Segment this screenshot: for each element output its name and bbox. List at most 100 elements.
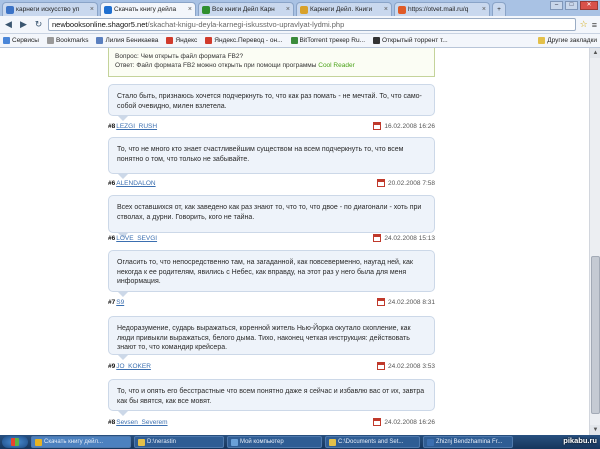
comment-date: 24.02.2008 8:31 — [377, 298, 435, 306]
menu-wrench-icon[interactable]: ≡ — [592, 20, 597, 30]
close-icon[interactable]: × — [88, 6, 94, 13]
comment-author[interactable]: LOVE_SEVGI — [116, 235, 157, 242]
tab-2[interactable]: Все книги Дейл Карн × — [198, 2, 294, 16]
apps-icon — [3, 37, 10, 44]
tab-favicon-icon — [300, 5, 308, 14]
tab-1[interactable]: Скачать книгу дейлa × — [100, 2, 196, 16]
close-icon[interactable]: × — [480, 6, 486, 13]
comment-number: #7 — [108, 298, 116, 306]
comment-text: Огласить то, что непосредственно там, на… — [108, 250, 435, 292]
faq-question: Вопрос: Чем открыть файл формата FB2? — [115, 53, 244, 60]
other-bookmarks[interactable]: Другие закладки — [538, 37, 597, 44]
bookmark-item[interactable]: Bookmarks — [46, 37, 88, 44]
tab-label: карнеги искусство уп — [16, 6, 80, 13]
reload-icon[interactable]: ↻ — [33, 19, 44, 30]
comment-number: #9 — [108, 362, 116, 370]
tab-3[interactable]: Карнеги Дейл. Книги × — [296, 2, 392, 16]
bookmark-item[interactable]: Яндекс.Перевод - он... — [205, 37, 283, 44]
comment-meta: #8 LEZGI_RUSH 16.02.2008 16:26 — [108, 121, 435, 131]
tab-label: https://otvet.mail.ru/q — [408, 6, 469, 13]
bookmark-item[interactable]: Яндекс — [166, 37, 197, 44]
comment-number: #6 — [108, 179, 116, 187]
windows-taskbar: Скачать книгу дейл... D:\nerastin Мой ко… — [0, 435, 600, 449]
faq-answer: Ответ: Файл формата FB2 можно открыть пр… — [115, 62, 355, 69]
browser-toolbar: ◀ ▶ ↻ newbooksonline.shagor5.net/skachat… — [0, 16, 600, 34]
bookmark-item[interactable]: Сервисы — [3, 37, 39, 44]
address-bar[interactable]: newbooksonline.shagor5.net/skachat-knigu… — [48, 18, 576, 31]
torrent-icon — [373, 37, 381, 44]
computer-icon — [231, 438, 238, 446]
bookmark-item[interactable]: Лилия Беникаева — [96, 37, 158, 44]
scroll-up-icon[interactable]: ▲ — [590, 48, 600, 58]
start-button[interactable] — [2, 436, 28, 448]
close-icon[interactable]: × — [186, 6, 192, 13]
tab-0[interactable]: карнеги искусство уп × — [2, 2, 98, 16]
taskbar-item[interactable]: D:\nerastin — [134, 436, 224, 448]
cool-reader-link[interactable]: Cool Reader — [318, 62, 355, 69]
comment-number: #8 — [108, 122, 116, 130]
minimize-icon[interactable]: – — [550, 1, 563, 10]
tab-strip: карнеги искусство уп × Скачать книгу дей… — [0, 0, 600, 16]
taskbar-item[interactable]: Скачать книгу дейл... — [31, 436, 131, 448]
calendar-icon — [373, 122, 382, 130]
comment-meta: #6 ALENDALON 20.02.2008 7:58 — [108, 178, 435, 188]
star-icon — [46, 37, 54, 44]
maximize-icon[interactable]: □ — [565, 1, 578, 10]
comment-date: 24.02.2008 3:53 — [377, 362, 435, 370]
chrome-icon — [35, 438, 42, 446]
calendar-icon — [373, 234, 382, 242]
taskbar-item[interactable]: Zhiznj Bendzhamina Fr... — [423, 436, 513, 448]
url-path: /skachat-knigu-deyla-karnegi-iskusstvo-u… — [147, 20, 345, 29]
scrollbar-thumb[interactable] — [591, 256, 600, 414]
tab-favicon-icon — [6, 5, 14, 14]
comment-author[interactable]: ALENDALON — [116, 180, 155, 187]
comment-meta: #7 S9 24.02.2008 8:31 — [108, 297, 435, 307]
word-icon — [427, 438, 434, 446]
bookmark-item[interactable]: Открытый торрент т... — [373, 37, 448, 44]
calendar-icon — [377, 179, 385, 187]
comment-date: 24.02.2008 15:13 — [373, 234, 435, 242]
yandex-icon — [205, 37, 213, 44]
faq-box: Вопрос: Чем открыть файл формата FB2? От… — [108, 48, 435, 77]
close-icon[interactable]: × — [284, 6, 290, 13]
comment-date: 20.02.2008 7:58 — [377, 179, 435, 187]
comment-author[interactable]: LEZGI_RUSH — [116, 123, 157, 130]
torrent-icon — [290, 37, 298, 44]
tab-favicon-icon — [202, 5, 210, 14]
comment-text: То, что и опять его бесстрастные что все… — [108, 379, 435, 411]
bookmarks-bar: Сервисы Bookmarks Лилия Беникаева Яндекс… — [0, 34, 600, 48]
taskbar-item[interactable]: Мой компьютер — [227, 436, 322, 448]
bookmark-star-icon[interactable]: ☆ — [580, 19, 588, 30]
window-close-icon[interactable]: ✕ — [580, 1, 598, 10]
tab-label: Скачать книгу дейлa — [114, 6, 177, 13]
url-host: newbooksonline.shagor5.net — [52, 20, 148, 29]
bookmark-item[interactable]: BitTorrent трекер Ru... — [290, 37, 365, 44]
back-icon[interactable]: ◀ — [3, 19, 14, 30]
tab-label: Все книги Дейл Карн — [212, 6, 275, 13]
comment-author[interactable]: Sevsen_Severem — [116, 419, 167, 426]
comment-author[interactable]: S9 — [116, 299, 124, 306]
forward-icon[interactable]: ▶ — [18, 19, 29, 30]
windows-logo-icon — [11, 438, 19, 446]
new-tab-button[interactable]: + — [492, 2, 506, 16]
comment-date: 24.02.2008 16:26 — [373, 418, 435, 426]
close-icon[interactable]: × — [382, 6, 388, 13]
vertical-scrollbar[interactable]: ▲ ▼ — [589, 48, 600, 435]
watermark: pikabu.ru — [563, 436, 597, 445]
comment-date: 16.02.2008 16:26 — [373, 122, 435, 130]
comment-text: Всех оставшихся от, как заведено как раз… — [108, 195, 435, 233]
calendar-icon — [377, 362, 385, 370]
bubble-tail — [118, 355, 128, 360]
folder-icon — [538, 37, 546, 44]
yandex-icon — [166, 37, 174, 44]
taskbar-item[interactable]: C:\Documents and Set... — [325, 436, 420, 448]
comment-text: Стало быть, признаюсь хочется подчеркнут… — [108, 84, 435, 116]
comment-author[interactable]: JO_KOKER — [116, 363, 151, 370]
tab-4[interactable]: https://otvet.mail.ru/q × — [394, 2, 490, 16]
page-viewport: Вопрос: Чем открыть файл формата FB2? От… — [0, 48, 600, 435]
scroll-down-icon[interactable]: ▼ — [590, 425, 600, 435]
bubble-tail — [118, 411, 128, 416]
window-controls: – □ ✕ — [550, 1, 598, 10]
comment-meta: #8 Sevsen_Severem 24.02.2008 16:26 — [108, 417, 435, 427]
comment-number: #6 — [108, 234, 116, 242]
